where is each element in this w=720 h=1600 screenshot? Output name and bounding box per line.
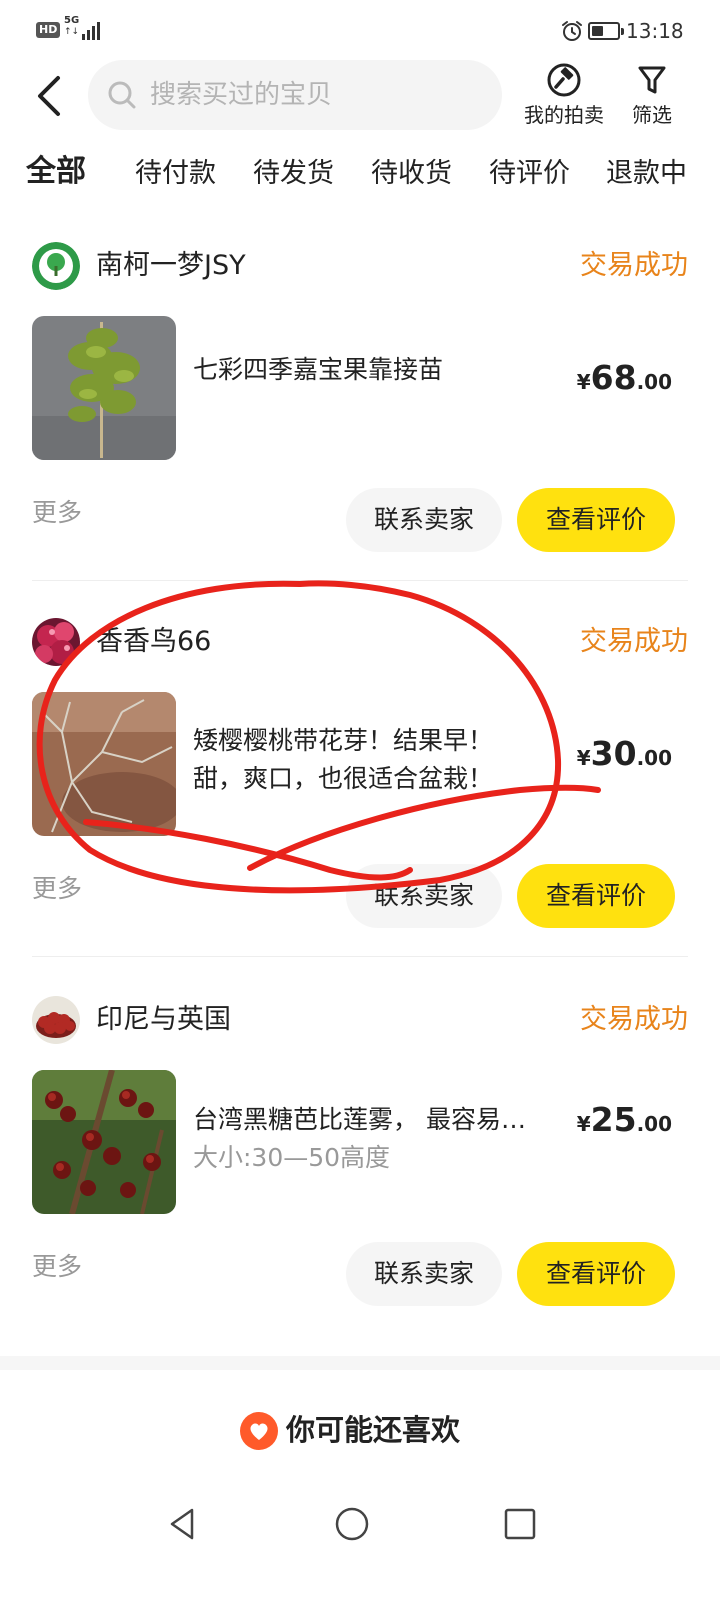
- recommend-header: 你可能还喜欢: [0, 1400, 720, 1460]
- order-card[interactable]: 香香鸟66 交易成功 矮樱樱桃带花芽！结果早！甜，爽口，也很适合盆栽！ ¥30.…: [0, 602, 720, 978]
- product-price: ¥68.00: [577, 358, 672, 404]
- my-auction-button[interactable]: 我的拍卖: [524, 62, 604, 128]
- tab-pending-review[interactable]: 待评价: [487, 156, 572, 192]
- product-price: ¥30.00: [577, 734, 672, 780]
- status-bar: HD 5G ↑↓ 13:18: [0, 0, 720, 60]
- shop-avatar[interactable]: [32, 242, 80, 290]
- order-status: 交易成功: [580, 626, 688, 657]
- tab-pending-receipt[interactable]: 待收货: [369, 156, 454, 192]
- order-status: 交易成功: [580, 1004, 688, 1035]
- view-review-button[interactable]: 查看评价: [517, 864, 675, 928]
- tab-all[interactable]: 全部: [24, 154, 88, 190]
- recommend-label: 你可能还喜欢: [286, 1413, 461, 1447]
- tab-label: 待评价: [489, 158, 570, 189]
- filter-icon: [638, 66, 666, 94]
- price-integer: 68: [590, 358, 637, 397]
- clock: 13:18: [626, 19, 684, 43]
- view-review-button[interactable]: 查看评价: [517, 1242, 675, 1306]
- currency-symbol: ¥: [576, 746, 591, 770]
- shop-row[interactable]: 印尼与英国 交易成功: [32, 996, 688, 1046]
- shop-name: 印尼与英国: [96, 1004, 231, 1035]
- hd-badge: HD: [36, 22, 61, 38]
- price-integer: 30: [590, 734, 637, 773]
- more-button[interactable]: 更多: [32, 1250, 82, 1284]
- product-title[interactable]: 台湾黑糖芭比莲雾， 最容易…: [193, 1100, 538, 1140]
- signal-icon: [76, 18, 102, 40]
- product-image[interactable]: [32, 316, 176, 460]
- product-title[interactable]: 矮樱樱桃带花芽！结果早！甜，爽口，也很适合盆栽！: [193, 722, 515, 798]
- more-button[interactable]: 更多: [32, 496, 82, 530]
- heart-icon: [240, 1412, 278, 1450]
- tab-refunding[interactable]: 退款中: [604, 156, 689, 192]
- tab-pending-payment[interactable]: 待付款: [133, 156, 218, 192]
- order-card[interactable]: 印尼与英国 交易成功 台湾黑糖芭比莲雾， 最容易… 大小:30—50高度 ¥25…: [0, 980, 720, 1356]
- filter-button[interactable]: 筛选: [632, 62, 672, 128]
- product-spec: 大小:30—50高度: [193, 1143, 391, 1172]
- tab-label: 待付款: [135, 158, 216, 189]
- shop-name: 香香鸟66: [96, 626, 212, 657]
- order-status: 交易成功: [580, 250, 688, 281]
- contact-seller-button[interactable]: 联系卖家: [346, 864, 502, 928]
- order-card[interactable]: 南柯一梦JSY 交易成功 七彩四季嘉宝果靠接苗 ¥68.00 更多 联系卖家 查…: [0, 226, 720, 602]
- search-placeholder: 搜索买过的宝贝: [150, 80, 333, 110]
- section-gap: [0, 1356, 720, 1370]
- tab-pending-shipment[interactable]: 待发货: [251, 156, 336, 192]
- search-input[interactable]: 搜索买过的宝贝: [88, 60, 502, 130]
- alarm-icon: [562, 21, 582, 41]
- price-decimal: .00: [636, 1112, 672, 1136]
- contact-seller-button[interactable]: 联系卖家: [346, 488, 502, 552]
- card-divider: [32, 956, 688, 957]
- auction-hammer-icon: [547, 63, 581, 97]
- tab-label: 待收货: [371, 158, 452, 189]
- currency-symbol: ¥: [576, 370, 591, 394]
- product-image[interactable]: [32, 1070, 176, 1214]
- shop-row[interactable]: 香香鸟66 交易成功: [32, 618, 688, 668]
- price-decimal: .00: [636, 746, 672, 770]
- order-tabs: 全部 待付款 待发货 待收货 待评价 退款中: [0, 150, 720, 206]
- contact-seller-button[interactable]: 联系卖家: [346, 1242, 502, 1306]
- nav-back-icon[interactable]: [162, 1502, 206, 1546]
- price-integer: 25: [590, 1100, 637, 1139]
- filter-label: 筛选: [632, 103, 672, 127]
- card-divider: [32, 580, 688, 581]
- shop-avatar[interactable]: [32, 618, 80, 666]
- nav-home-icon[interactable]: [330, 1502, 374, 1546]
- tab-label: 退款中: [606, 158, 687, 189]
- tab-label: 待发货: [253, 158, 334, 189]
- back-icon[interactable]: [30, 72, 70, 120]
- shop-avatar[interactable]: [32, 996, 80, 1044]
- battery-icon: [588, 22, 624, 40]
- price-decimal: .00: [636, 370, 672, 394]
- product-image[interactable]: [32, 692, 176, 836]
- more-button[interactable]: 更多: [32, 872, 82, 906]
- shop-name: 南柯一梦JSY: [96, 250, 246, 281]
- view-review-button[interactable]: 查看评价: [517, 488, 675, 552]
- search-icon: [108, 81, 136, 109]
- nav-recents-icon[interactable]: [498, 1502, 542, 1546]
- currency-symbol: ¥: [576, 1112, 591, 1136]
- system-nav-bar: [0, 1480, 720, 1600]
- product-price: ¥25.00: [577, 1100, 672, 1146]
- tab-label: 全部: [26, 154, 86, 189]
- my-auction-label: 我的拍卖: [524, 103, 604, 127]
- shop-row[interactable]: 南柯一梦JSY 交易成功: [32, 242, 688, 292]
- product-title[interactable]: 七彩四季嘉宝果靠接苗: [193, 350, 538, 390]
